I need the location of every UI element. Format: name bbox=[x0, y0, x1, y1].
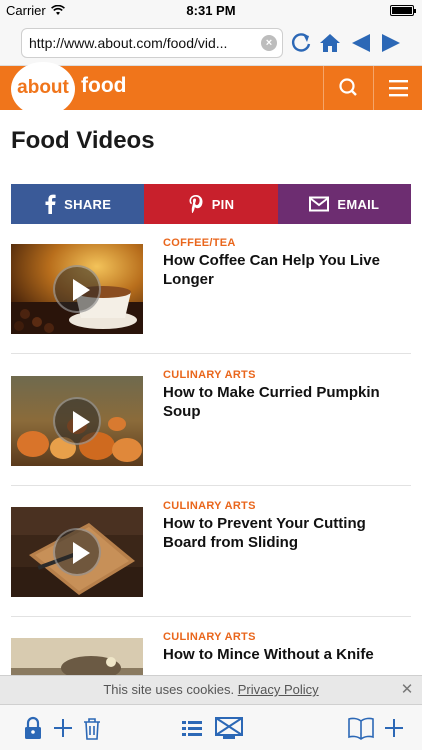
facebook-icon bbox=[45, 194, 56, 214]
facebook-share-label: SHARE bbox=[64, 196, 112, 212]
search-button[interactable] bbox=[323, 66, 373, 110]
cookie-banner: This site uses cookies. Privacy Policy ✕ bbox=[0, 675, 422, 704]
divider bbox=[11, 485, 411, 486]
clear-url-icon[interactable]: × bbox=[261, 35, 277, 51]
bottom-toolbar bbox=[0, 704, 422, 750]
back-icon[interactable] bbox=[348, 30, 374, 56]
hamburger-icon bbox=[389, 80, 408, 97]
divider bbox=[11, 616, 411, 617]
reload-icon[interactable] bbox=[288, 30, 314, 56]
video-list-item[interactable]: CULINARY ARTS How to Make Curried Pumpki… bbox=[11, 366, 411, 486]
video-list-item[interactable]: CULINARY ARTS How to Prevent Your Cuttin… bbox=[11, 497, 411, 617]
url-field[interactable]: http://www.about.com/food/vid... bbox=[21, 28, 283, 58]
article-title[interactable]: How to Prevent Your Cutting Board from S… bbox=[163, 514, 403, 552]
clock: 8:31 PM bbox=[186, 3, 236, 18]
lock-icon[interactable] bbox=[20, 715, 46, 741]
pinterest-pin-button[interactable]: PIN bbox=[144, 184, 278, 224]
play-icon[interactable] bbox=[53, 397, 101, 445]
email-share-label: EMAIL bbox=[337, 196, 380, 212]
article-category[interactable]: CULINARY ARTS bbox=[163, 369, 256, 381]
trash-icon[interactable] bbox=[79, 715, 105, 741]
video-thumbnail[interactable] bbox=[11, 507, 143, 597]
section-name[interactable]: food bbox=[81, 74, 126, 98]
email-share-button[interactable]: EMAIL bbox=[277, 184, 411, 224]
bookmarks-icon[interactable] bbox=[347, 715, 375, 741]
status-bar: Carrier 8:31 PM bbox=[0, 0, 422, 20]
add-icon[interactable] bbox=[50, 715, 76, 741]
video-thumbnail[interactable] bbox=[11, 376, 143, 466]
video-list-item[interactable]: COFFEE/TEA How Coffee Can Help You Live … bbox=[11, 234, 411, 354]
pinterest-pin-label: PIN bbox=[211, 196, 235, 212]
share-bar: SHARE PIN EMAIL bbox=[11, 184, 411, 224]
article-category[interactable]: COFFEE/TEA bbox=[163, 237, 236, 249]
page-title: Food Videos bbox=[11, 127, 155, 154]
article-category[interactable]: CULINARY ARTS bbox=[163, 631, 256, 643]
article-title[interactable]: How to Make Curried Pumpkin Soup bbox=[163, 383, 403, 421]
new-tab-icon[interactable] bbox=[381, 715, 407, 741]
video-thumbnail[interactable] bbox=[11, 244, 143, 334]
play-icon[interactable] bbox=[53, 265, 101, 313]
privacy-policy-link[interactable]: Privacy Policy bbox=[238, 682, 319, 697]
battery-icon bbox=[390, 5, 416, 16]
facebook-share-button[interactable]: SHARE bbox=[11, 184, 145, 224]
menu-button[interactable] bbox=[373, 66, 422, 110]
list-icon[interactable] bbox=[179, 715, 205, 741]
forward-icon[interactable] bbox=[378, 30, 404, 56]
search-icon bbox=[339, 78, 357, 96]
browser-toolbar: http://www.about.com/food/vid... × bbox=[0, 20, 422, 66]
article-title[interactable]: How Coffee Can Help You Live Longer bbox=[163, 251, 403, 289]
pinterest-icon bbox=[189, 195, 203, 213]
site-logo[interactable]: about bbox=[11, 62, 75, 116]
article-title[interactable]: How to Mince Without a Knife bbox=[163, 645, 403, 664]
play-icon[interactable] bbox=[53, 528, 101, 576]
article-category[interactable]: CULINARY ARTS bbox=[163, 500, 256, 512]
cookie-text: This site uses cookies. bbox=[103, 682, 235, 697]
no-image-icon[interactable] bbox=[214, 715, 244, 741]
envelope-icon bbox=[309, 196, 330, 212]
logo-text: about bbox=[17, 77, 69, 98]
close-icon[interactable]: ✕ bbox=[392, 676, 422, 704]
divider bbox=[11, 353, 411, 354]
home-icon[interactable] bbox=[317, 30, 343, 56]
